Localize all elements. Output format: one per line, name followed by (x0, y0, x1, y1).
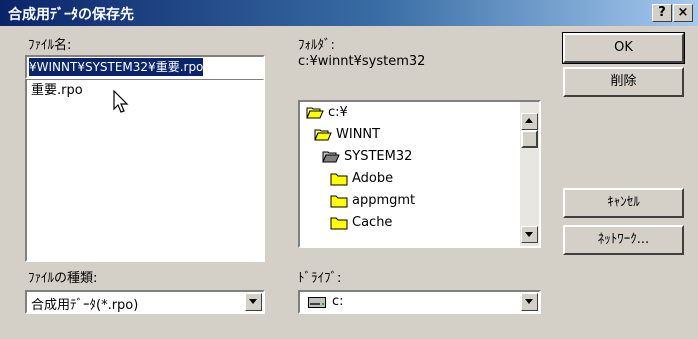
folder-item-label: appmgmt (352, 193, 416, 208)
open-folder-icon (314, 129, 332, 140)
chevron-down-icon (525, 299, 533, 304)
drive-selected: c: (332, 294, 344, 309)
folder-item-system32[interactable]: SYSTEM32 (322, 146, 412, 168)
folder-icon (330, 217, 348, 229)
scroll-thumb[interactable] (521, 130, 538, 148)
folder-item-label: WINNT (336, 127, 381, 142)
mouse-cursor-icon (113, 90, 129, 113)
delete-button[interactable]: 削除 (563, 67, 684, 97)
help-button[interactable]: ? (652, 4, 672, 22)
folder-icon (330, 173, 348, 185)
filename-input-value: ¥WINNT¥SYSTEM32¥重要.rpo (29, 58, 204, 76)
filetype-dropdown-button[interactable] (245, 293, 262, 311)
folder-item-appmgmt[interactable]: appmgmt (330, 190, 415, 212)
filetype-label: ﾌｧｲﾙの種類: (28, 271, 98, 286)
folder-item-winnt[interactable]: WINNT (314, 124, 380, 146)
current-path: c:¥winnt¥system32 (298, 54, 426, 69)
folder-scrollbar[interactable] (520, 102, 539, 246)
filetype-selected: 合成用ﾃﾞｰﾀ(*.rpo) (31, 298, 139, 313)
filename-input[interactable]: ¥WINNT¥SYSTEM32¥重要.rpo (25, 55, 265, 79)
drive-label: ﾄﾞﾗｲﾌﾞ: (298, 271, 342, 286)
folder-item-label: Cache (352, 215, 393, 230)
scroll-down-button[interactable] (521, 226, 538, 243)
chevron-down-icon (249, 299, 257, 304)
ok-button[interactable]: OK (562, 32, 685, 64)
title-bar[interactable]: 合成用ﾃﾞｰﾀの保存先 ? × (0, 0, 698, 26)
file-list[interactable]: 重要.rpo (25, 78, 265, 262)
folder-item-cache[interactable]: Cache (330, 212, 392, 234)
open-folder-icon (322, 151, 340, 162)
filename-label: ﾌｧｲﾙ名: (28, 38, 72, 53)
folder-item-label: SYSTEM32 (344, 149, 413, 164)
file-list-item[interactable]: 重要.rpo (31, 82, 83, 100)
folder-item-c-root[interactable]: c:¥ (306, 102, 348, 124)
folder-item-label: Adobe (352, 171, 394, 186)
scroll-up-button[interactable] (521, 113, 538, 130)
drive-icon (308, 297, 326, 308)
drive-select[interactable]: c: (298, 290, 541, 314)
folder-icon (330, 195, 348, 207)
down-arrow-icon (525, 232, 533, 237)
close-button[interactable]: × (673, 4, 693, 22)
folder-item-label: c:¥ (328, 105, 348, 120)
cancel-button[interactable]: ｷｬﾝｾﾙ (563, 188, 684, 218)
network-button[interactable]: ﾈｯﾄﾜｰｸ... (563, 225, 684, 255)
folder-item-adobe[interactable]: Adobe (330, 168, 393, 190)
open-folder-icon (306, 107, 324, 118)
up-arrow-icon (525, 118, 533, 123)
window-title: 合成用ﾃﾞｰﾀの保存先 (8, 7, 134, 23)
folder-tree[interactable]: c:¥ WINNT SYSTEM32 Adobe appmgmt Cache (298, 100, 541, 248)
folder-label: ﾌｫﾙﾀﾞ: (298, 38, 335, 53)
drive-dropdown-button[interactable] (521, 293, 538, 311)
filetype-select[interactable]: 合成用ﾃﾞｰﾀ(*.rpo) (25, 290, 265, 314)
